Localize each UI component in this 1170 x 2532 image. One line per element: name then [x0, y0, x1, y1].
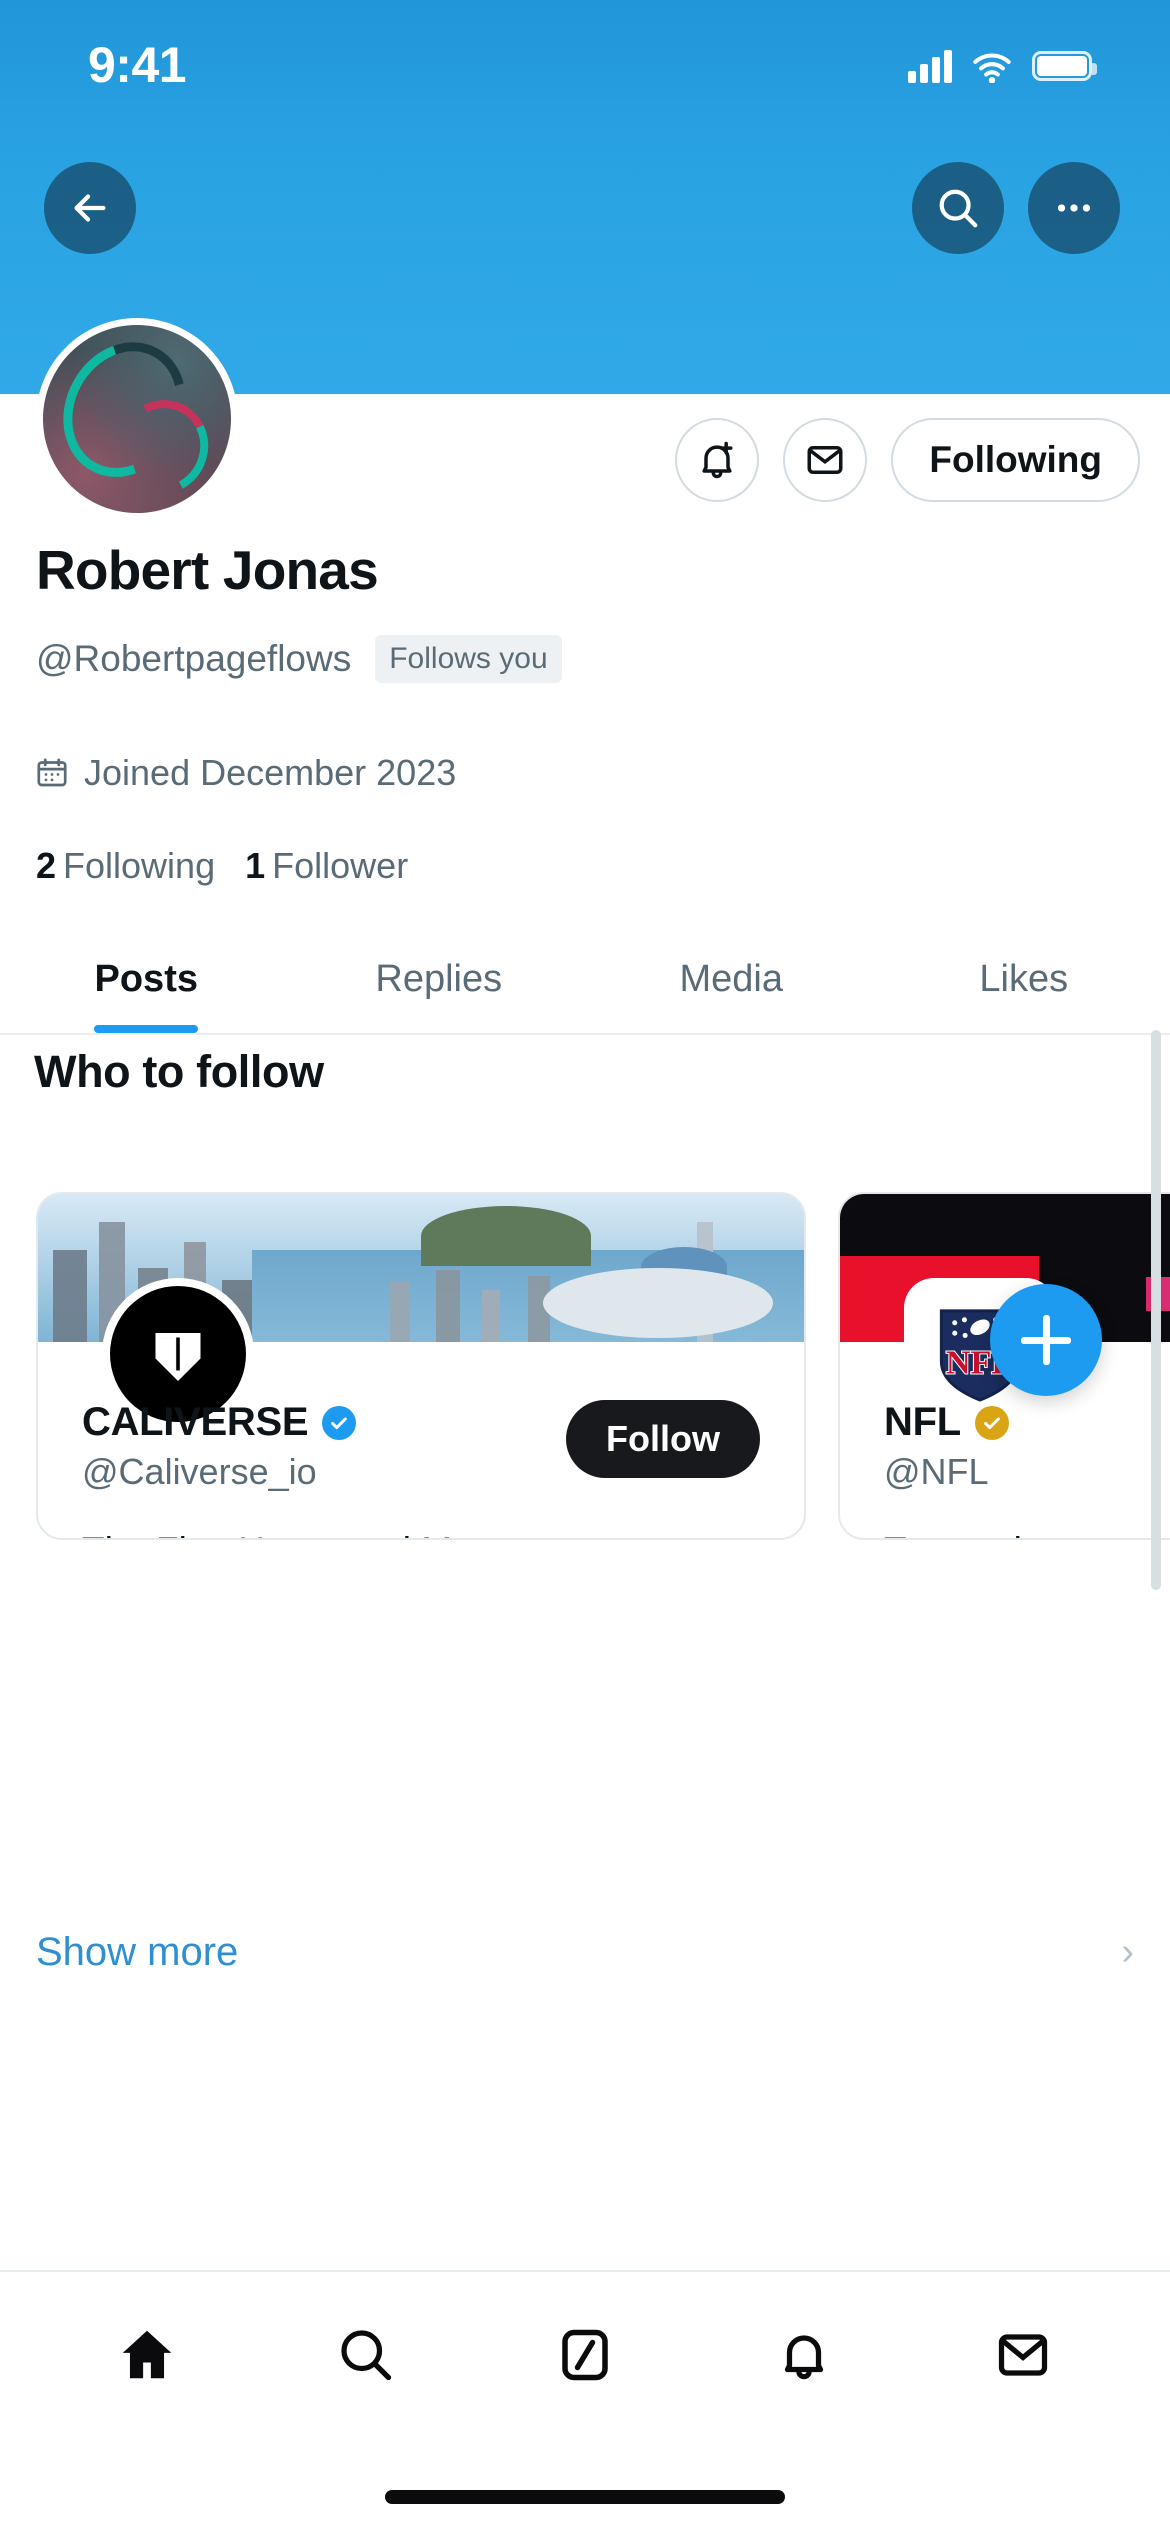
status-time: 9:41 — [88, 37, 187, 93]
caliverse-bio: The First Hyper-real Metaverse: where th… — [82, 1527, 760, 1538]
envelope-icon — [807, 446, 843, 474]
nav-search[interactable] — [257, 2325, 476, 2385]
bottom-navigation — [0, 2270, 1170, 2532]
header-nav — [0, 162, 1170, 254]
followers-label: Follower — [272, 845, 409, 886]
follows-you-badge: Follows you — [375, 635, 562, 683]
grok-icon — [562, 2329, 608, 2381]
more-options-icon — [1057, 204, 1091, 212]
compose-post-button[interactable] — [990, 1284, 1102, 1396]
nfl-handle: @NFL — [884, 1451, 989, 1492]
joined-row: Joined December 2023 — [34, 752, 456, 794]
following-count-link[interactable]: 2 Following — [36, 845, 215, 887]
home-icon — [123, 2330, 172, 2379]
followers-count: 1 — [245, 845, 266, 886]
caliverse-follow-button[interactable]: Follow — [566, 1400, 760, 1478]
profile-handle: @Robertpageflows — [36, 638, 352, 679]
notifications-bell-icon — [784, 2335, 823, 2380]
follow-card-caliverse[interactable]: CALIVERSE @Caliverse_io The First Hyper-… — [36, 1192, 806, 1540]
content-scrollbar[interactable] — [1151, 1030, 1161, 1590]
page-title: Robert Jonas — [36, 539, 379, 601]
tab-replies[interactable]: Replies — [293, 925, 586, 1033]
caliverse-name: CALIVERSE — [82, 1400, 309, 1444]
profile-avatar-image — [43, 325, 231, 513]
who-to-follow-carousel[interactable]: CALIVERSE @Caliverse_io The First Hyper-… — [0, 1192, 1170, 1540]
profile-tabs: Posts Replies Media Likes — [0, 925, 1170, 1035]
followers-count-link[interactable]: 1 Follower — [245, 845, 408, 887]
battery-icon — [1032, 51, 1097, 81]
tab-likes[interactable]: Likes — [878, 925, 1170, 1033]
show-more-link[interactable]: Show more — [36, 1930, 238, 1975]
notify-button[interactable] — [675, 418, 760, 502]
avatar[interactable] — [36, 318, 238, 520]
blue-verified-badge-icon — [322, 1405, 357, 1440]
calendar-icon — [37, 758, 67, 787]
status-indicators — [908, 37, 1097, 83]
cellular-signal-icon — [908, 49, 952, 83]
following-count: 2 — [36, 845, 57, 886]
messages-envelope-icon — [998, 2334, 1047, 2376]
nfl-name: NFL — [884, 1400, 961, 1444]
wifi-icon — [973, 53, 1011, 83]
more-options-button[interactable] — [1028, 162, 1120, 254]
profile-actions: Following — [675, 418, 1140, 502]
nav-notifications[interactable] — [694, 2325, 913, 2385]
following-label: Following — [63, 845, 216, 886]
handle-row: @Robertpageflows Follows you — [36, 635, 562, 683]
bell-plus-icon — [702, 441, 733, 479]
nav-home[interactable] — [38, 2324, 257, 2386]
back-arrow-icon — [74, 194, 106, 222]
following-button[interactable]: Following — [891, 418, 1140, 502]
who-to-follow-title: Who to follow — [34, 1046, 324, 1097]
show-more-row[interactable]: Show more › — [0, 1930, 1170, 1975]
follow-counts: 2 Following 1 Follower — [36, 845, 408, 887]
home-indicator — [385, 2490, 785, 2504]
nav-grok[interactable] — [476, 2325, 695, 2385]
search-icon — [939, 189, 978, 228]
nav-messages[interactable] — [913, 2325, 1132, 2385]
search-icon — [341, 2330, 392, 2381]
tab-posts[interactable]: Posts — [0, 925, 293, 1033]
joined-date: Joined December 2023 — [84, 752, 457, 793]
nfl-name-row: NFL — [884, 1400, 1170, 1445]
back-button[interactable] — [44, 162, 136, 254]
status-bar: 9:41 — [0, 0, 1170, 120]
nfl-bio: Tweet player n #ProBowlVote — [884, 1527, 1170, 1538]
search-button[interactable] — [912, 162, 1004, 254]
tab-media[interactable]: Media — [585, 925, 878, 1033]
gold-verified-badge-icon — [974, 1405, 1009, 1440]
message-button[interactable] — [783, 418, 868, 502]
chevron-right-icon: › — [1121, 1931, 1134, 1973]
